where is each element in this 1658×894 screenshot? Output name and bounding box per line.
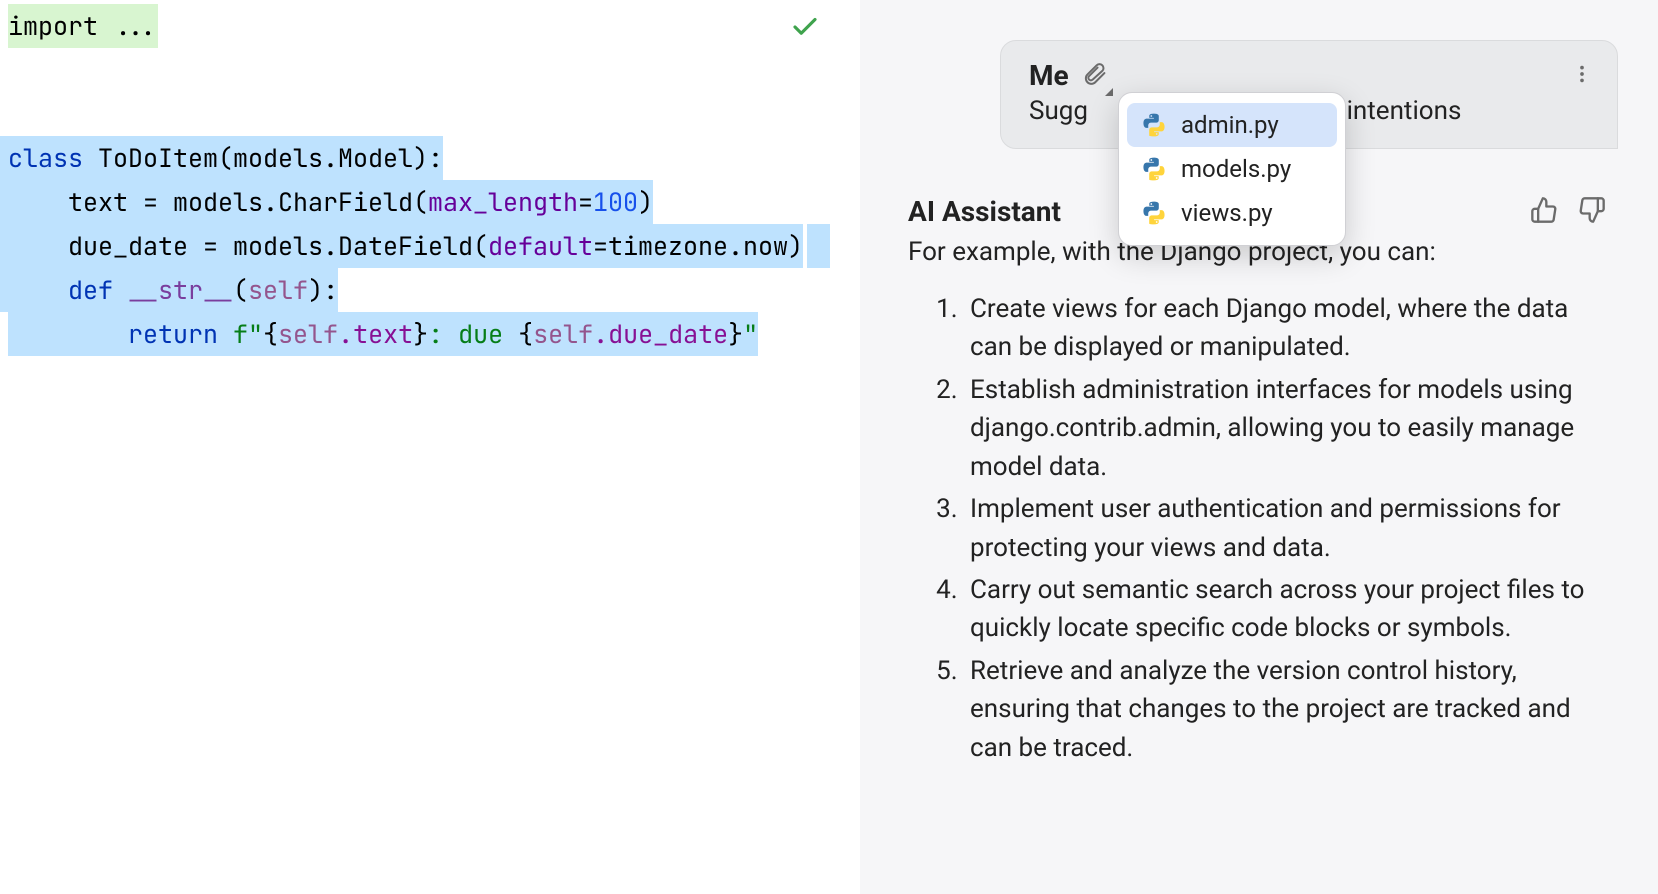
code-line-field-duedate[interactable]: due_date = models.DateField(default=time…	[0, 224, 803, 268]
file-attachment-popup: admin.py models.py views.py	[1118, 92, 1346, 246]
list-item: Implement user authentication and permis…	[964, 490, 1610, 567]
code-editor[interactable]: import ... class ToDoItem(models.Model):…	[0, 0, 860, 894]
python-file-icon	[1141, 112, 1167, 138]
code-line-return[interactable]: return f"{self.text}: due {self.due_date…	[0, 312, 860, 356]
assistant-message: AI Assistant For example, with the Djang…	[900, 195, 1618, 767]
list-item: Carry out semantic search across your pr…	[964, 571, 1610, 648]
app-root: import ... class ToDoItem(models.Model):…	[0, 0, 1658, 894]
code-line-def-str[interactable]: def __str__(self):	[0, 268, 338, 312]
python-file-icon	[1141, 156, 1167, 182]
checkmark-icon	[790, 12, 820, 46]
list-item: Establish administration interfaces for …	[964, 371, 1610, 486]
list-item: Create views for each Django model, wher…	[964, 290, 1610, 367]
code-line-field-text[interactable]: text = models.CharField(max_length=100)	[0, 180, 653, 224]
code-line-blank	[0, 48, 860, 92]
attachment-icon[interactable]	[1083, 62, 1107, 90]
code-line-blank-selected[interactable]	[807, 224, 830, 268]
thumbs-down-icon[interactable]	[1578, 196, 1606, 228]
user-label: Me	[1029, 59, 1069, 92]
file-item-views[interactable]: views.py	[1127, 191, 1337, 235]
code-line-import[interactable]: import ...	[0, 4, 860, 48]
file-item-label: views.py	[1181, 199, 1273, 227]
file-item-models[interactable]: models.py	[1127, 147, 1337, 191]
more-options-icon[interactable]	[1571, 63, 1593, 89]
file-item-admin[interactable]: admin.py	[1127, 103, 1337, 147]
code-line-class[interactable]: class ToDoItem(models.Model):	[0, 136, 443, 180]
code-line-blank	[0, 92, 860, 136]
thumbs-up-icon[interactable]	[1530, 196, 1558, 228]
assistant-suggestion-list: Create views for each Django model, wher…	[908, 290, 1610, 768]
list-item: Retrieve and analyze the version control…	[964, 652, 1610, 767]
file-item-label: admin.py	[1181, 111, 1279, 139]
file-item-label: models.py	[1181, 155, 1291, 183]
python-file-icon	[1141, 200, 1167, 226]
